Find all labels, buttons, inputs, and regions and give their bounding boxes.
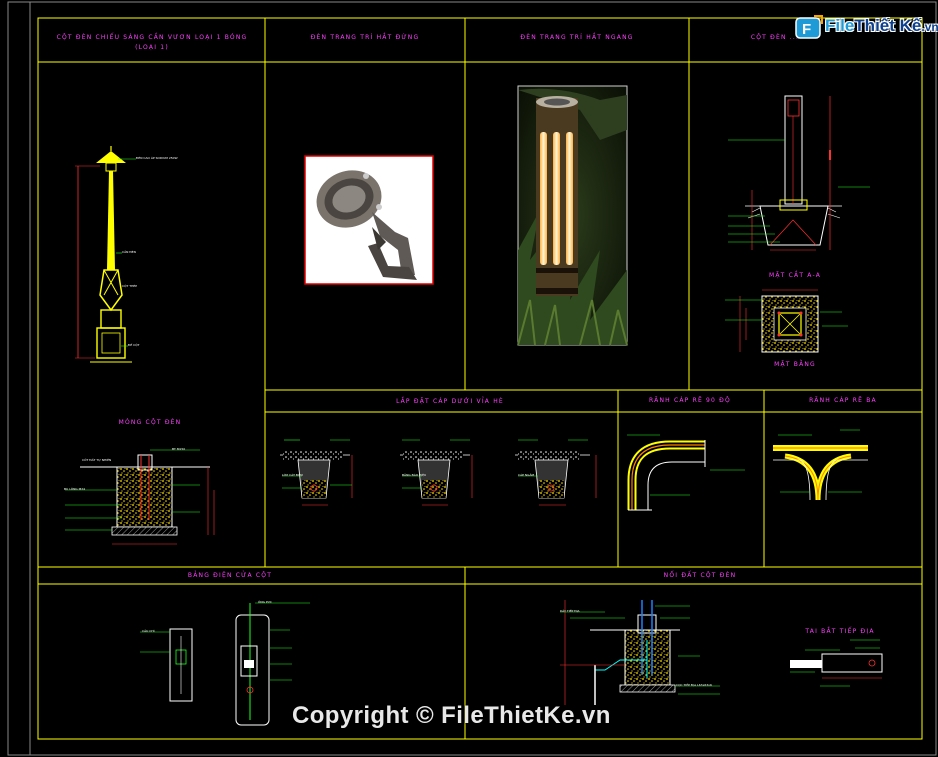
note-found-c: CỐT ĐẤT TỰ NHIÊN [82,458,112,462]
logo-text: FileThiết Kế.vn [825,16,938,36]
title-grounding: NỐI ĐẤT CỘT ĐÈN [663,572,737,579]
title-pole-cantilever: CỘT ĐÈN CHIẾU SÁNG CẦN VƯƠN LOẠI 1 BÓNG [56,34,248,41]
title-foundation: MÓNG CỘT ĐÈN [118,419,182,426]
note-found-a: BT M150 [172,447,186,451]
section-aa-drawing [728,95,870,251]
note-pole: CỘT THÉP [122,284,138,288]
logo-text-c: .vn [921,20,938,34]
outer-border [7,1,937,756]
logo-mark-icon: F [795,15,823,39]
title-plan-view: MẶT BẰNG [774,361,816,368]
note-arm: CẦN ĐÈN [122,250,136,254]
title-trench-3way: RÃNH CÁP RẼ BA [809,397,877,404]
title-pole-box: BẢNG ĐIỆN CỬA CỘT [187,572,273,579]
plan-view-drawing [725,289,848,353]
ground-light-image [304,155,434,285]
cantilever-pole-drawing [75,146,136,363]
note-ground-b: DÂY TIẾP ĐỊA [560,609,580,613]
title-ground-lug: TAI BẮT TIẾP ĐỊA [805,628,875,635]
note-box-a: CẦU CHÌ [142,629,155,633]
foundation-drawing [65,449,215,545]
note-base: ĐẾ CỘT [128,343,140,347]
note-cable-a: LỚP CÁT ĐỆM [282,473,303,477]
note-box-b: ỐNG PVC [258,600,272,604]
title-cable-laying: LẮP ĐẶT CÁP DƯỚI VỈA HÈ [396,398,504,405]
title-bollard-light: ĐÈN TRANG TRÍ HẮT NGANG [520,34,634,41]
title-ground-light: ĐÈN TRANG TRÍ HẮT ĐỨNG [310,34,420,41]
site-logo: F FileThiết Kế.vn [794,14,938,44]
trench-90-drawing [627,434,745,511]
logo-text-b: Thiết Kế [854,16,922,35]
trench-3way-drawing [773,429,868,501]
note-found-b: BU LÔNG M24 [64,487,86,491]
note-lamp-head: ĐÈN CAO ÁP SODIUM 250W [136,156,178,160]
pole-box-drawing [140,602,310,726]
svg-text:F: F [802,21,811,38]
subtitle-pole-cantilever: (LOẠI 1) [135,44,169,51]
grounding-drawing [560,600,720,705]
copyright-watermark: Copyright © FileThietKe.vn [292,702,611,729]
bollard-light-image [517,85,628,346]
title-trench-90: RÃNH CÁP RẼ 90 ĐỘ [649,397,731,404]
cad-drawing-sheet [7,1,937,756]
sheet-frame [37,17,923,740]
logo-text-a: File [825,16,855,35]
note-cable-c: CÁP NGẦM [518,473,535,477]
ground-lug-drawing [790,639,883,687]
title-section-aa: MẶT CẮT A-A [768,272,822,279]
note-cable-b: BĂNG BÁO HIỆU [402,473,427,477]
note-ground-a: CỌC TIẾP ĐỊA L63x63x6 [676,683,712,687]
